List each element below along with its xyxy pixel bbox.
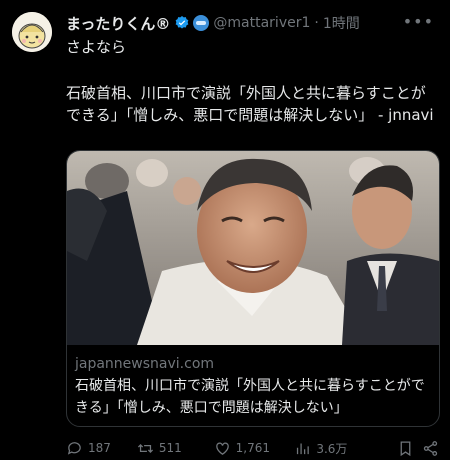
retweet-button[interactable]: 511 [137, 440, 214, 457]
reply-count: 187 [88, 441, 111, 455]
card-image[interactable] [67, 151, 439, 345]
tweet-text-body: 石破首相、川口市で演説「外国人と共に暮らすことができる」「憎しみ、悪口で問題は解… [66, 84, 434, 124]
share-icon [424, 440, 438, 456]
bookmark-button[interactable] [397, 440, 419, 457]
more-options-icon[interactable]: ••• [403, 12, 434, 31]
display-name[interactable]: まったりくん® [66, 13, 170, 34]
affiliate-badge-icon[interactable] [193, 15, 210, 31]
separator-dot: · [314, 15, 319, 31]
avatar-illustration [12, 12, 52, 52]
card-domain: japannewsnavi.com [75, 356, 215, 372]
like-count: 1,761 [235, 441, 270, 455]
like-button[interactable]: 1,761 [214, 440, 295, 457]
bookmark-icon [400, 440, 411, 456]
post-time[interactable]: 1時間 [323, 13, 360, 33]
views-icon [297, 443, 310, 454]
share-button[interactable] [422, 440, 442, 457]
retweet-icon [137, 443, 153, 453]
reply-icon [67, 441, 81, 455]
reply-button[interactable]: 187 [66, 440, 137, 457]
verified-badge-icon [176, 16, 189, 29]
views-count: 3.6万 [316, 441, 348, 456]
user-avatar[interactable] [12, 12, 52, 52]
link-preview-card[interactable]: japannewsnavi.com 石破首相、川口市で演説「外国人と共に暮らすこ… [66, 150, 440, 427]
views-button[interactable]: 3.6万 [294, 440, 396, 457]
card-title: 石破首相、川口市で演説「外国人と共に暮らすことができる」「憎しみ、悪口で問題は解… [75, 378, 425, 416]
tweet-text-line1: さよなら [66, 38, 127, 56]
retweet-count: 511 [158, 441, 182, 455]
user-handle[interactable]: @mattariver1 [213, 15, 310, 31]
heart-icon [215, 442, 229, 455]
action-bar: 187 511 1,761 3.6万 [66, 438, 442, 458]
tweet-header: まったりくん® @mattariver1 · 1時間 ••• [66, 12, 438, 34]
